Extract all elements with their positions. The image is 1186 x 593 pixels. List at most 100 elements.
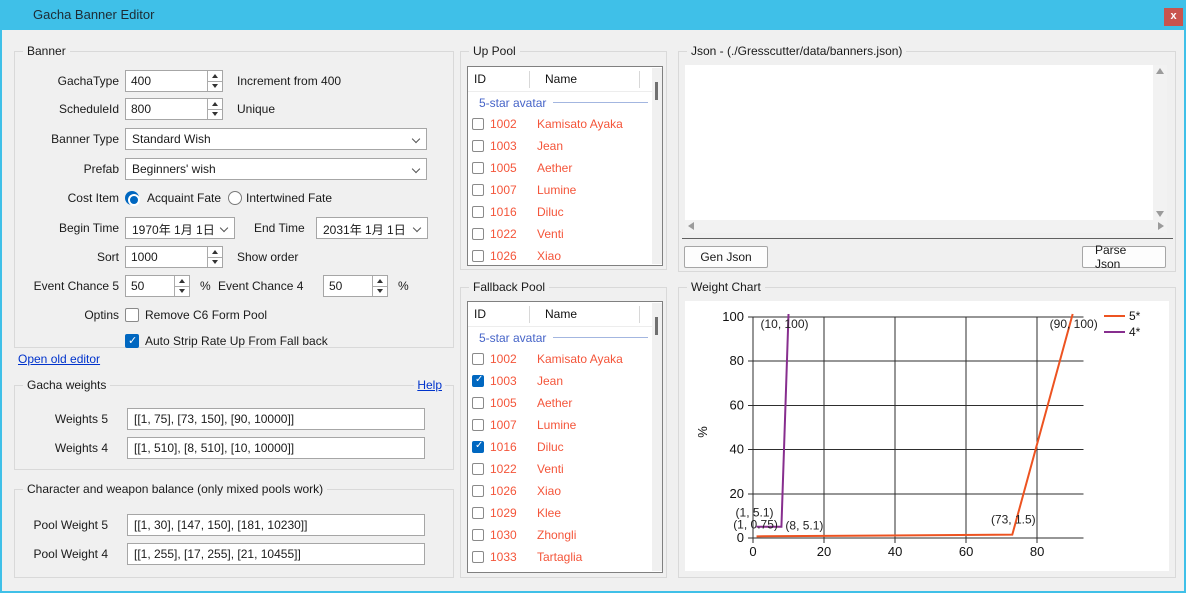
chevron-down-icon — [220, 224, 228, 232]
row-checkbox[interactable] — [472, 353, 484, 365]
json-vertical-scrollbar[interactable] — [1153, 65, 1167, 220]
spin-down-icon[interactable] — [373, 287, 387, 297]
row-checkbox[interactable] — [472, 419, 484, 431]
begin-time-picker[interactable]: 1970年 1月 1日 — [125, 217, 235, 239]
pool-row[interactable]: 1022 Venti — [468, 458, 662, 480]
pool-row[interactable]: 1033 Tartaglia — [468, 546, 662, 568]
row-checkbox[interactable] — [472, 118, 484, 130]
scheduleid-input[interactable]: 800 — [125, 98, 223, 120]
event-chance-5-spinner[interactable] — [174, 276, 189, 296]
gen-json-label: Gen Json — [700, 250, 751, 264]
help-link[interactable]: Help — [414, 378, 445, 392]
fallback-pool-scrollbar[interactable] — [652, 303, 662, 571]
pool-row[interactable]: 1003 Jean — [468, 135, 662, 157]
pool-row[interactable]: 1030 Zhongli — [468, 524, 662, 546]
sort-input[interactable]: 1000 — [125, 246, 223, 268]
pool-weight5-input[interactable]: [[1, 30], [147, 150], [181, 10230]] — [127, 514, 425, 536]
scroll-up-icon[interactable] — [1156, 68, 1164, 74]
fallback-pool-rows: 1002 Kamisato Ayaka 1003 Jean 1005 Aethe… — [468, 348, 662, 573]
pool-row[interactable]: 1005 Aether — [468, 157, 662, 179]
gachatype-spinner[interactable] — [207, 71, 222, 91]
json-textarea[interactable] — [685, 65, 1153, 220]
row-checkbox[interactable] — [472, 441, 484, 453]
pool-row[interactable]: 1003 Jean — [468, 370, 662, 392]
row-checkbox[interactable] — [472, 507, 484, 519]
remove-c6-checkbox[interactable] — [125, 308, 139, 322]
spin-down-icon[interactable] — [208, 110, 222, 120]
pool-weight4-input[interactable]: [[1, 255], [17, 255], [21, 10455]] — [127, 543, 425, 565]
json-horizontal-scrollbar[interactable] — [685, 220, 1167, 233]
scheduleid-spinner[interactable] — [207, 99, 222, 119]
row-name: Xiao — [537, 484, 561, 498]
pool-row[interactable]: 1026 Xiao — [468, 480, 662, 502]
scrollbar-thumb[interactable] — [655, 317, 658, 335]
spin-down-icon[interactable] — [208, 258, 222, 268]
scroll-down-icon[interactable] — [1156, 211, 1164, 217]
pool-row[interactable]: 1022 Venti — [468, 223, 662, 245]
up-pool-scrollbar[interactable] — [652, 68, 662, 264]
gen-json-button[interactable]: Gen Json — [684, 246, 768, 268]
scheduleid-label: ScheduleId — [15, 102, 119, 116]
spin-down-icon[interactable] — [175, 287, 189, 297]
pool-row[interactable]: 1016 Diluc — [468, 436, 662, 458]
sort-value: 1000 — [126, 247, 207, 267]
row-checkbox[interactable] — [472, 184, 484, 196]
pool-row[interactable]: 1035 Qiqi — [468, 568, 662, 573]
pool-row[interactable]: 1005 Aether — [468, 392, 662, 414]
spin-up-icon[interactable] — [208, 99, 222, 110]
titlebar[interactable]: Gacha Banner Editor — [0, 0, 1186, 30]
row-name: Klee — [537, 506, 561, 520]
row-checkbox[interactable] — [472, 485, 484, 497]
weights4-input[interactable]: [[1, 510], [8, 510], [10, 10000]] — [127, 437, 425, 459]
event-chance-5-label: Event Chance 5 — [15, 279, 119, 293]
pool-row[interactable]: 1002 Kamisato Ayaka — [468, 348, 662, 370]
weights5-input[interactable]: [[1, 75], [73, 150], [90, 10000]] — [127, 408, 425, 430]
pool-row[interactable]: 1016 Diluc — [468, 201, 662, 223]
end-time-picker[interactable]: 2031年 1月 1日 — [316, 217, 428, 239]
event-chance-4-spinner[interactable] — [372, 276, 387, 296]
pool-row[interactable]: 1007 Lumine — [468, 414, 662, 436]
spin-up-icon[interactable] — [373, 276, 387, 287]
row-checkbox[interactable] — [472, 463, 484, 475]
prefab-combo[interactable]: Beginners' wish — [125, 158, 427, 180]
row-checkbox[interactable] — [472, 375, 484, 387]
gachatype-input[interactable]: 400 — [125, 70, 223, 92]
auto-strip-checkbox[interactable] — [125, 334, 139, 348]
spin-up-icon[interactable] — [208, 71, 222, 82]
scrollbar-thumb[interactable] — [655, 82, 658, 100]
row-checkbox[interactable] — [472, 397, 484, 409]
banner-type-combo[interactable]: Standard Wish — [125, 128, 427, 150]
row-checkbox[interactable] — [472, 551, 484, 563]
pool-row[interactable]: 1026 Xiao — [468, 245, 662, 266]
pool-row[interactable]: 1007 Lumine — [468, 179, 662, 201]
row-checkbox[interactable] — [472, 206, 484, 218]
row-checkbox[interactable] — [472, 250, 484, 262]
row-name: Venti — [537, 462, 564, 476]
scroll-left-icon[interactable] — [688, 222, 694, 230]
row-checkbox[interactable] — [472, 140, 484, 152]
chevron-down-icon — [412, 165, 420, 173]
up-pool-header: ID Name — [468, 67, 662, 92]
up-pool-list[interactable]: ID Name 5-star avatar 1002 Kamisato Ayak… — [467, 66, 663, 266]
spin-down-icon[interactable] — [208, 82, 222, 92]
event-chance-4-input[interactable]: 50 — [323, 275, 388, 297]
spin-up-icon[interactable] — [175, 276, 189, 287]
row-checkbox[interactable] — [472, 162, 484, 174]
scroll-right-icon[interactable] — [1158, 222, 1164, 230]
open-old-editor-link[interactable]: Open old editor — [18, 352, 100, 366]
row-checkbox[interactable] — [472, 228, 484, 240]
row-checkbox[interactable] — [472, 529, 484, 541]
pool-row[interactable]: 1029 Klee — [468, 502, 662, 524]
up-pool-group: Up Pool ID Name 5-star avatar 1002 Kamis… — [460, 51, 667, 270]
close-button[interactable]: x — [1164, 8, 1183, 26]
spin-up-icon[interactable] — [208, 247, 222, 258]
event-chance-5-input[interactable]: 50 — [125, 275, 190, 297]
sort-spinner[interactable] — [207, 247, 222, 267]
fallback-pool-list[interactable]: ID Name 5-star avatar 1002 Kamisato Ayak… — [467, 301, 663, 573]
pool-row[interactable]: 1002 Kamisato Ayaka — [468, 113, 662, 135]
svg-text:(1, 0.75): (1, 0.75) — [733, 517, 778, 531]
acquaint-fate-radio[interactable] — [125, 191, 139, 205]
intertwined-fate-radio[interactable] — [228, 191, 242, 205]
scheduleid-value: 800 — [126, 99, 207, 119]
parse-json-button[interactable]: Parse Json — [1082, 246, 1166, 268]
